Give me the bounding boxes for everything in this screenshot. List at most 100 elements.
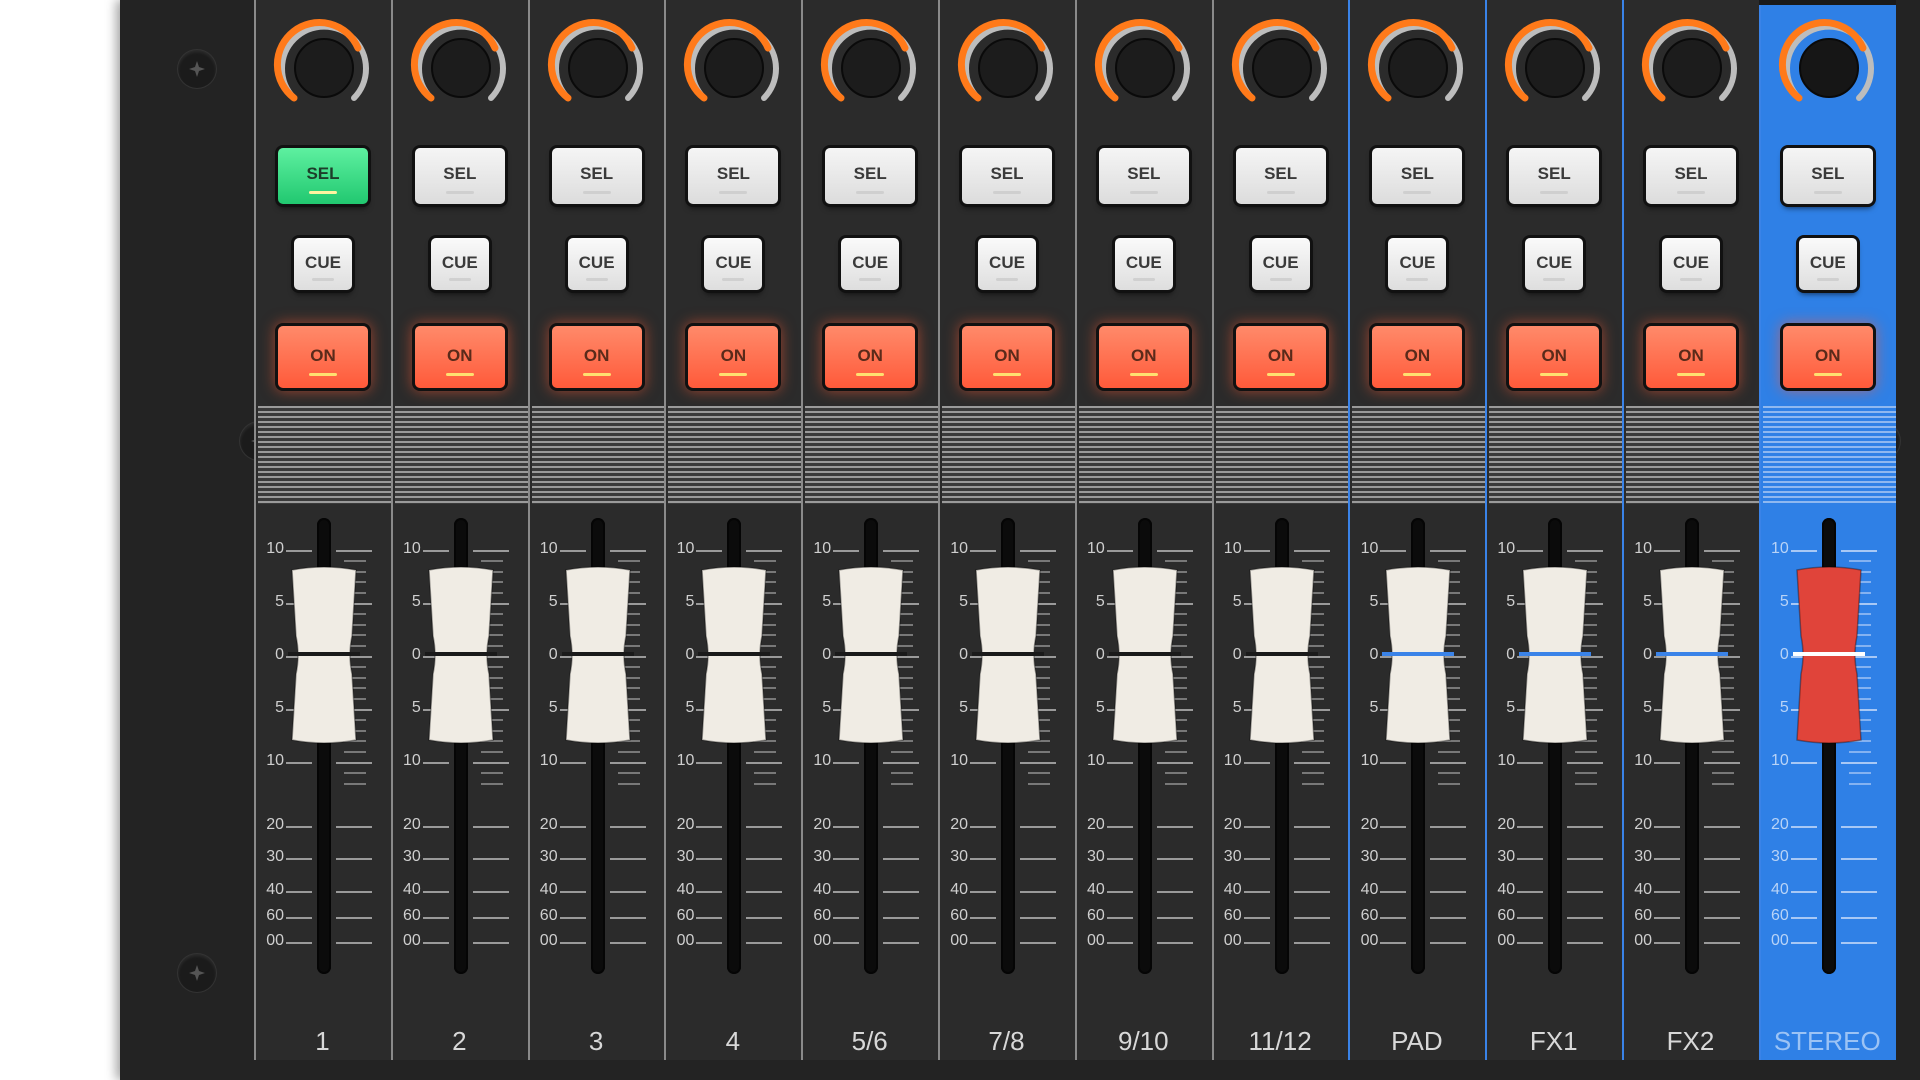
scale-tick [1654,826,1680,828]
gain-knob[interactable] [1364,14,1472,122]
scale-tick [609,891,646,893]
cue-button[interactable]: CUE [430,238,489,290]
scale-minor-tick [1575,560,1598,562]
on-button[interactable]: ON [1098,326,1189,388]
gain-knob[interactable] [1501,14,1609,122]
on-button[interactable]: ON [278,326,368,388]
sel-button[interactable]: SEL [278,148,368,204]
on-button[interactable]: ON [688,326,779,388]
scale-label: 10 [403,752,421,769]
scale-tick [336,550,372,552]
on-button[interactable]: ON [414,326,505,388]
on-button[interactable]: ON [1646,326,1736,388]
meter-grille [805,406,939,504]
cue-button[interactable]: CUE [1251,238,1310,290]
gain-knob[interactable] [270,14,378,122]
sel-button[interactable]: SEL [1509,148,1600,204]
on-label: ON [583,346,610,365]
fader-cap[interactable] [698,566,771,744]
sel-button[interactable]: SEL [1235,148,1326,204]
cue-button[interactable]: CUE [294,238,352,290]
on-button[interactable]: ON [1509,326,1600,388]
fader-cap[interactable] [561,566,634,744]
scale-label: 20 [813,816,832,833]
sel-button[interactable]: SEL [1646,148,1736,204]
scale-tick [1243,826,1270,828]
cue-button[interactable]: CUE [1388,238,1447,290]
scale-tick [472,858,509,860]
on-button[interactable]: ON [1372,326,1463,388]
cue-indicator-led [1680,278,1702,281]
cue-button[interactable]: CUE [1114,238,1173,290]
cue-button[interactable]: CUE [978,238,1036,290]
scale-label: 0 [1506,646,1516,663]
scale-label: 10 [813,752,832,769]
scale-minor-tick [754,772,777,774]
cue-indicator-led [1406,278,1429,281]
fader-cap[interactable] [972,566,1044,744]
fader-cap[interactable] [835,566,908,744]
scale-tick [1106,826,1133,828]
on-button[interactable]: ON [825,326,916,388]
gain-knob[interactable] [1638,14,1746,122]
sel-button[interactable]: SEL [962,148,1052,204]
scale-label: 10 [950,752,968,769]
cue-button[interactable]: CUE [1798,238,1857,290]
on-indicator-led [1266,373,1295,376]
fader-cap[interactable] [1382,566,1455,744]
scale-label: 10 [1497,752,1516,769]
cue-indicator-led [722,278,745,281]
gain-knob[interactable] [1775,14,1883,122]
scale-label: 5 [959,699,968,716]
scale-tick [1517,550,1544,552]
scale-tick [696,891,723,893]
fader-cap[interactable] [424,566,497,744]
fader-cap[interactable] [1108,566,1181,744]
scale-tick [1790,942,1817,944]
sel-button[interactable]: SEL [1098,148,1189,204]
cue-indicator-led [859,278,882,281]
gain-knob[interactable] [407,14,515,122]
on-button[interactable]: ON [551,326,642,388]
on-button[interactable]: ON [962,326,1052,388]
scale-tick [696,858,723,860]
fader-cap[interactable] [288,566,360,744]
sel-button[interactable]: SEL [1782,148,1873,204]
cue-button[interactable]: CUE [1525,238,1584,290]
sel-button[interactable]: SEL [414,148,505,204]
cue-label: CUE [1536,253,1573,272]
fader-cap[interactable] [1519,566,1592,744]
sel-button[interactable]: SEL [1372,148,1463,204]
gain-knob[interactable] [1091,14,1199,122]
gain-knob[interactable] [817,14,925,122]
gain-knob[interactable] [544,14,652,122]
scale-minor-tick [1712,750,1734,753]
fader-cap[interactable] [1656,566,1728,744]
gain-knob[interactable] [680,14,788,122]
scale-tick [559,858,586,860]
fader-cap[interactable] [1792,566,1865,744]
sel-button[interactable]: SEL [688,148,779,204]
cue-button[interactable]: CUE [1662,238,1720,290]
scale-label: 40 [813,881,832,898]
scale-minor-tick [1438,782,1461,785]
cue-indicator-led [996,278,1018,281]
on-button[interactable]: ON [1782,326,1873,388]
scale-tick [1567,762,1604,764]
scale-tick [336,917,372,919]
cue-button[interactable]: CUE [567,238,626,290]
cue-button[interactable]: CUE [841,238,900,290]
scale-minor-tick [480,560,503,562]
cue-button[interactable]: CUE [704,238,763,290]
scale-minor-tick [1028,772,1050,774]
sel-button[interactable]: SEL [825,148,916,204]
gain-knob[interactable] [954,14,1062,122]
sel-button[interactable]: SEL [551,148,642,204]
on-button[interactable]: ON [1235,326,1326,388]
scale-tick [336,826,372,828]
scale-label: 40 [1087,881,1105,898]
gain-knob[interactable] [1228,14,1336,122]
scale-tick [970,550,996,552]
fader-cap[interactable] [1245,566,1318,744]
scale-tick [1106,762,1133,764]
